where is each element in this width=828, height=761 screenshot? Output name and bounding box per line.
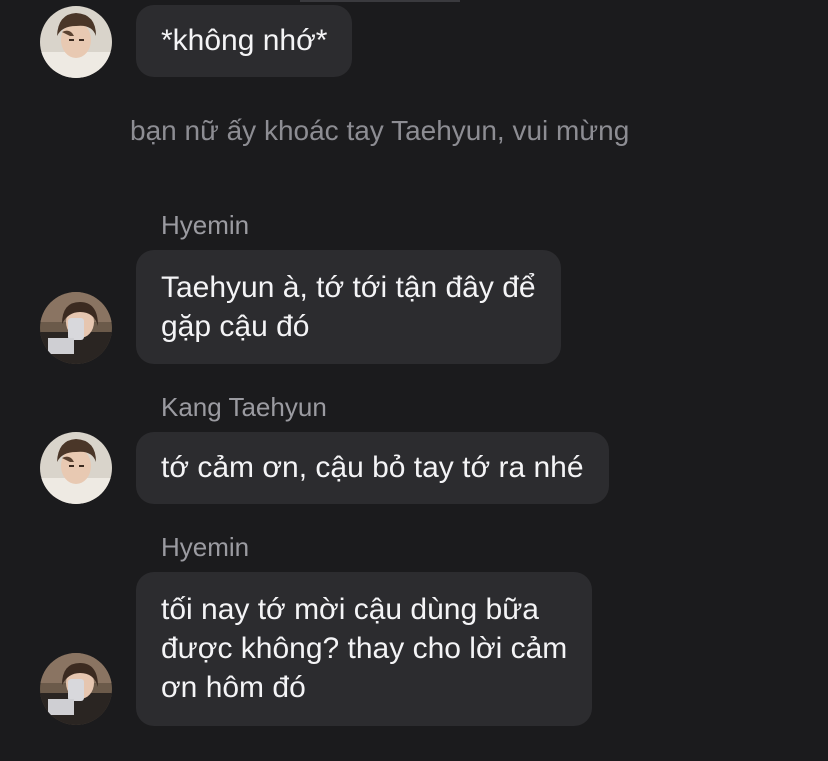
avatar-taehyun[interactable] — [40, 6, 112, 78]
message-bubble[interactable]: tối nay tớ mời cậu dùng bữa được không? … — [136, 572, 593, 726]
avatar-hyemin[interactable] — [40, 292, 112, 364]
sender-name: Kang Taehyun — [161, 392, 327, 422]
hyemin-avatar-icon — [40, 653, 112, 725]
avatar-taehyun[interactable] — [40, 432, 112, 504]
message-bubble[interactable]: *không nhớ* — [136, 5, 353, 77]
message-line: tớ cảm ơn, cậu bỏ tay tớ ra nhé — [161, 451, 584, 484]
taehyun-avatar-icon — [40, 432, 112, 504]
message-line: Taehyun à, tớ tới tận đây để — [161, 271, 536, 304]
message-line: *không nhớ* — [161, 24, 328, 57]
message-line: ơn hôm đó — [161, 671, 306, 704]
divider-line — [300, 0, 460, 2]
sender-name: Hyemin — [161, 532, 250, 562]
message-line: tối nay tớ mời cậu dùng bữa — [161, 593, 539, 626]
system-narration: bạn nữ ấy khoác tay Taehyun, vui mừng — [130, 115, 630, 146]
hyemin-avatar-icon — [40, 292, 112, 364]
message-line: được không? thay cho lời cảm — [161, 632, 568, 665]
message-bubble[interactable]: Taehyun à, tớ tới tận đây để gặp cậu đó — [136, 250, 561, 364]
sender-name: Hyemin — [161, 210, 250, 240]
avatar-hyemin[interactable] — [40, 653, 112, 725]
message-bubble[interactable]: tớ cảm ơn, cậu bỏ tay tớ ra nhé — [136, 432, 609, 504]
message-line: gặp cậu đó — [161, 310, 310, 343]
taehyun-avatar-icon — [40, 6, 112, 78]
